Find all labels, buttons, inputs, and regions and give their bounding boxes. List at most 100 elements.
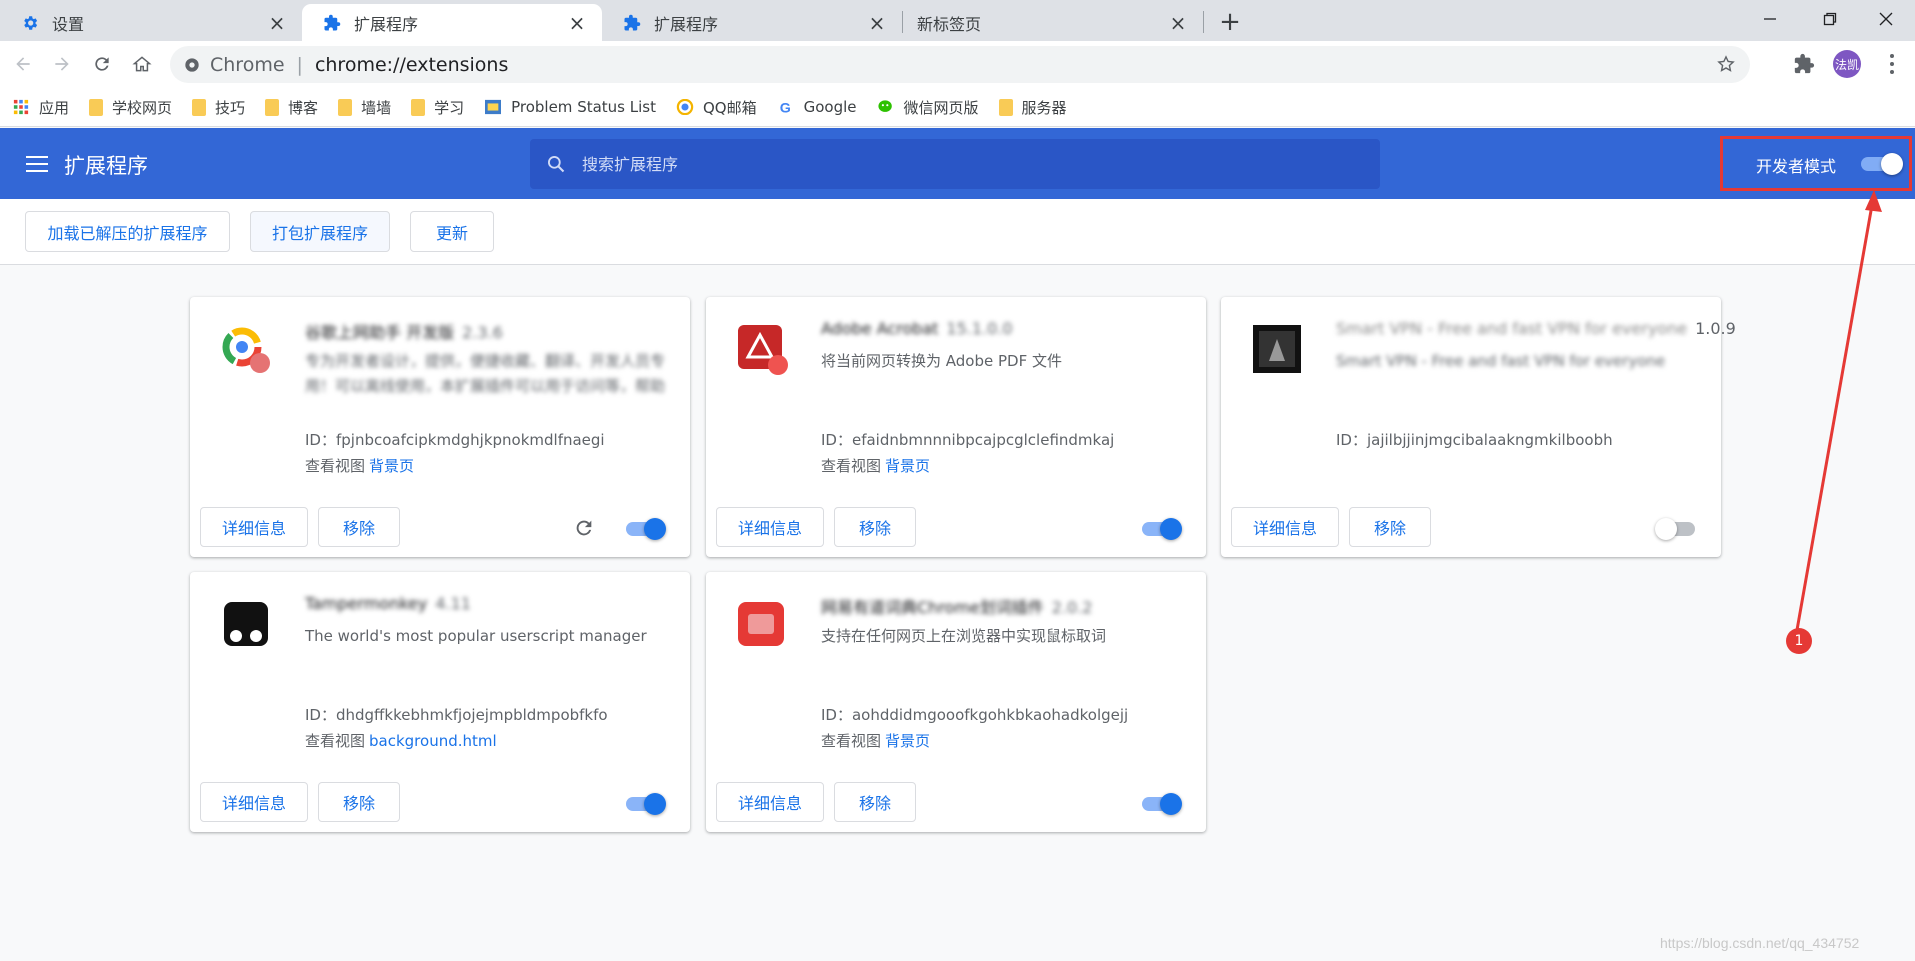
extension-description: The world's most popular userscript mana… bbox=[305, 627, 647, 645]
home-button[interactable] bbox=[125, 47, 159, 81]
more-menu-icon[interactable] bbox=[1880, 52, 1904, 76]
extension-card: 谷歌上网助手 开发版 2.3.6 专为开发者设计，提供，便捷收藏、翻译、开发人员专… bbox=[190, 297, 690, 557]
bookmark-folder-tips[interactable]: 技巧 bbox=[192, 97, 245, 118]
tab-settings[interactable]: 设置 × bbox=[0, 4, 302, 41]
remove-button[interactable]: 移除 bbox=[1349, 507, 1431, 547]
extension-description: 将当前网页转换为 Adobe PDF 文件 bbox=[821, 352, 1062, 370]
extension-id: ID：dhdgffkkebhmkfjojejmpbldmpobfkfo bbox=[305, 706, 608, 724]
details-button[interactable]: 详细信息 bbox=[716, 782, 824, 822]
bookmark-problem-status[interactable]: Problem Status List bbox=[484, 98, 656, 116]
bookmark-label: 微信网页版 bbox=[903, 98, 979, 117]
remove-button[interactable]: 移除 bbox=[834, 782, 916, 822]
update-button[interactable]: 更新 bbox=[410, 211, 494, 252]
puzzle-icon bbox=[622, 13, 642, 33]
load-unpacked-button[interactable]: 加载已解压的扩展程序 bbox=[25, 211, 230, 252]
tab-extensions-active[interactable]: 扩展程序 × bbox=[302, 4, 602, 41]
bookmark-label: 学校网页 bbox=[112, 98, 173, 117]
background-page-link[interactable]: 背景页 bbox=[885, 732, 930, 750]
reload-icon[interactable] bbox=[573, 517, 595, 539]
address-bar[interactable]: Chrome | chrome://extensions bbox=[170, 46, 1750, 83]
restore-button[interactable] bbox=[1800, 0, 1860, 38]
page-title: 扩展程序 bbox=[64, 154, 148, 178]
folder-icon bbox=[338, 98, 353, 116]
close-icon[interactable]: × bbox=[566, 11, 588, 35]
forward-button[interactable] bbox=[45, 47, 79, 81]
tab-extensions[interactable]: 扩展程序 × bbox=[602, 4, 902, 41]
enable-toggle[interactable] bbox=[626, 793, 668, 815]
reload-button[interactable] bbox=[85, 47, 119, 81]
enable-toggle[interactable] bbox=[1142, 518, 1184, 540]
extension-id: ID：fpjnbcoafcipkmdghjkpnokmdlfnaegi bbox=[305, 431, 605, 449]
star-icon[interactable] bbox=[1716, 54, 1736, 79]
chrome-icon bbox=[185, 57, 199, 72]
bookmark-folder-wall[interactable]: 墙墙 bbox=[338, 97, 391, 118]
bookmark-folder-study[interactable]: 学习 bbox=[411, 97, 464, 118]
search-box[interactable] bbox=[530, 139, 1380, 189]
annotation-badge: 1 bbox=[1786, 628, 1812, 654]
close-window-button[interactable] bbox=[1856, 0, 1915, 38]
extension-description: 支持在任何网页上在浏览器中实现鼠标取词 bbox=[821, 627, 1107, 645]
background-page-link[interactable]: 背景页 bbox=[885, 457, 930, 475]
extension-description: Smart VPN - Free and fast VPN for everyo… bbox=[1336, 352, 1666, 370]
remove-button[interactable]: 移除 bbox=[318, 507, 400, 547]
gear-icon bbox=[20, 13, 40, 33]
enable-toggle[interactable] bbox=[1655, 518, 1699, 540]
extension-id: ID：aohddidmgooofkgohkbkaohadkolgejj bbox=[821, 706, 1129, 724]
bookmark-wechat[interactable]: 微信网页版 bbox=[877, 97, 979, 118]
arrow-left-icon bbox=[16, 57, 30, 71]
bookmark-label: 技巧 bbox=[215, 98, 246, 117]
close-icon[interactable]: × bbox=[866, 11, 888, 35]
enable-toggle[interactable] bbox=[1142, 793, 1184, 815]
bookmark-folder-server[interactable]: 服务器 bbox=[998, 97, 1067, 118]
tab-title: 扩展程序 bbox=[354, 14, 419, 34]
minimize-button[interactable] bbox=[1740, 0, 1800, 38]
extension-name: Adobe Acrobat 15.1.0.0 bbox=[821, 319, 1013, 338]
details-button[interactable]: 详细信息 bbox=[716, 507, 824, 547]
youdao-dictionary-icon bbox=[738, 602, 784, 646]
bookmark-folder-school[interactable]: 学校网页 bbox=[89, 97, 172, 118]
remove-button[interactable]: 移除 bbox=[318, 782, 400, 822]
bookmark-qq-mail[interactable]: QQ邮箱 bbox=[676, 97, 757, 118]
bookmark-google[interactable]: G Google bbox=[777, 98, 856, 116]
pack-extension-button[interactable]: 打包扩展程序 bbox=[250, 211, 390, 252]
close-icon[interactable]: × bbox=[1167, 11, 1189, 35]
extension-name: 谷歌上网助手 开发版 2.3.6 bbox=[305, 323, 503, 342]
bookmark-apps[interactable]: 应用 bbox=[12, 97, 69, 118]
tab-new-tab[interactable]: 新标签页 × bbox=[903, 4, 1203, 41]
enable-toggle[interactable] bbox=[626, 518, 668, 540]
details-button[interactable]: 详细信息 bbox=[1231, 507, 1339, 547]
google-helper-icon bbox=[222, 327, 270, 373]
folder-icon bbox=[192, 98, 207, 116]
extension-id: ID：jajilbjjinjmgcibalaakngmkilboobh bbox=[1336, 431, 1613, 449]
details-button[interactable]: 详细信息 bbox=[200, 782, 308, 822]
back-button[interactable] bbox=[6, 47, 40, 81]
background-page-link[interactable]: 背景页 bbox=[369, 457, 414, 475]
extension-card: Tampermonkey 4.11 The world's most popula… bbox=[190, 572, 690, 832]
inspect-views: 查看视图 background.html bbox=[305, 732, 497, 750]
close-icon[interactable]: × bbox=[266, 11, 288, 35]
details-button[interactable]: 详细信息 bbox=[200, 507, 308, 547]
extension-card: 网易有道词典Chrome划词插件 2.0.2 支持在任何网页上在浏览器中实现鼠标取… bbox=[706, 572, 1206, 832]
background-page-link[interactable]: background.html bbox=[369, 732, 497, 750]
bookmark-label: 墙墙 bbox=[361, 98, 392, 117]
url-text[interactable]: chrome://extensions bbox=[315, 54, 508, 76]
extension-card: Smart VPN - Free and fast VPN for everyo… bbox=[1221, 297, 1736, 557]
inspect-views: 查看视图 背景页 bbox=[821, 457, 931, 475]
extensions-menu-button[interactable] bbox=[1793, 53, 1815, 79]
developer-toolbar: 加载已解压的扩展程序 打包扩展程序 更新 bbox=[0, 199, 1915, 265]
new-tab-button[interactable]: + bbox=[1216, 7, 1244, 37]
reload-icon bbox=[95, 57, 109, 71]
bookmark-label: Problem Status List bbox=[511, 98, 656, 116]
bookmark-folder-blog[interactable]: 博客 bbox=[265, 97, 318, 118]
folder-icon bbox=[998, 98, 1013, 116]
menu-icon[interactable] bbox=[26, 156, 48, 172]
avatar[interactable]: 法凯 bbox=[1833, 50, 1861, 78]
tab-title: 扩展程序 bbox=[654, 14, 719, 34]
extension-id: ID：efaidnbmnnnibpcajpcglclefindmkaj bbox=[821, 431, 1115, 449]
extension-card: Adobe Acrobat 15.1.0.0 将当前网页转换为 Adobe PDF… bbox=[706, 297, 1206, 557]
search-input[interactable] bbox=[582, 154, 1342, 174]
qq-mail-icon bbox=[676, 99, 694, 115]
remove-button[interactable]: 移除 bbox=[834, 507, 916, 547]
home-icon bbox=[132, 56, 152, 72]
folder-icon bbox=[411, 98, 426, 116]
